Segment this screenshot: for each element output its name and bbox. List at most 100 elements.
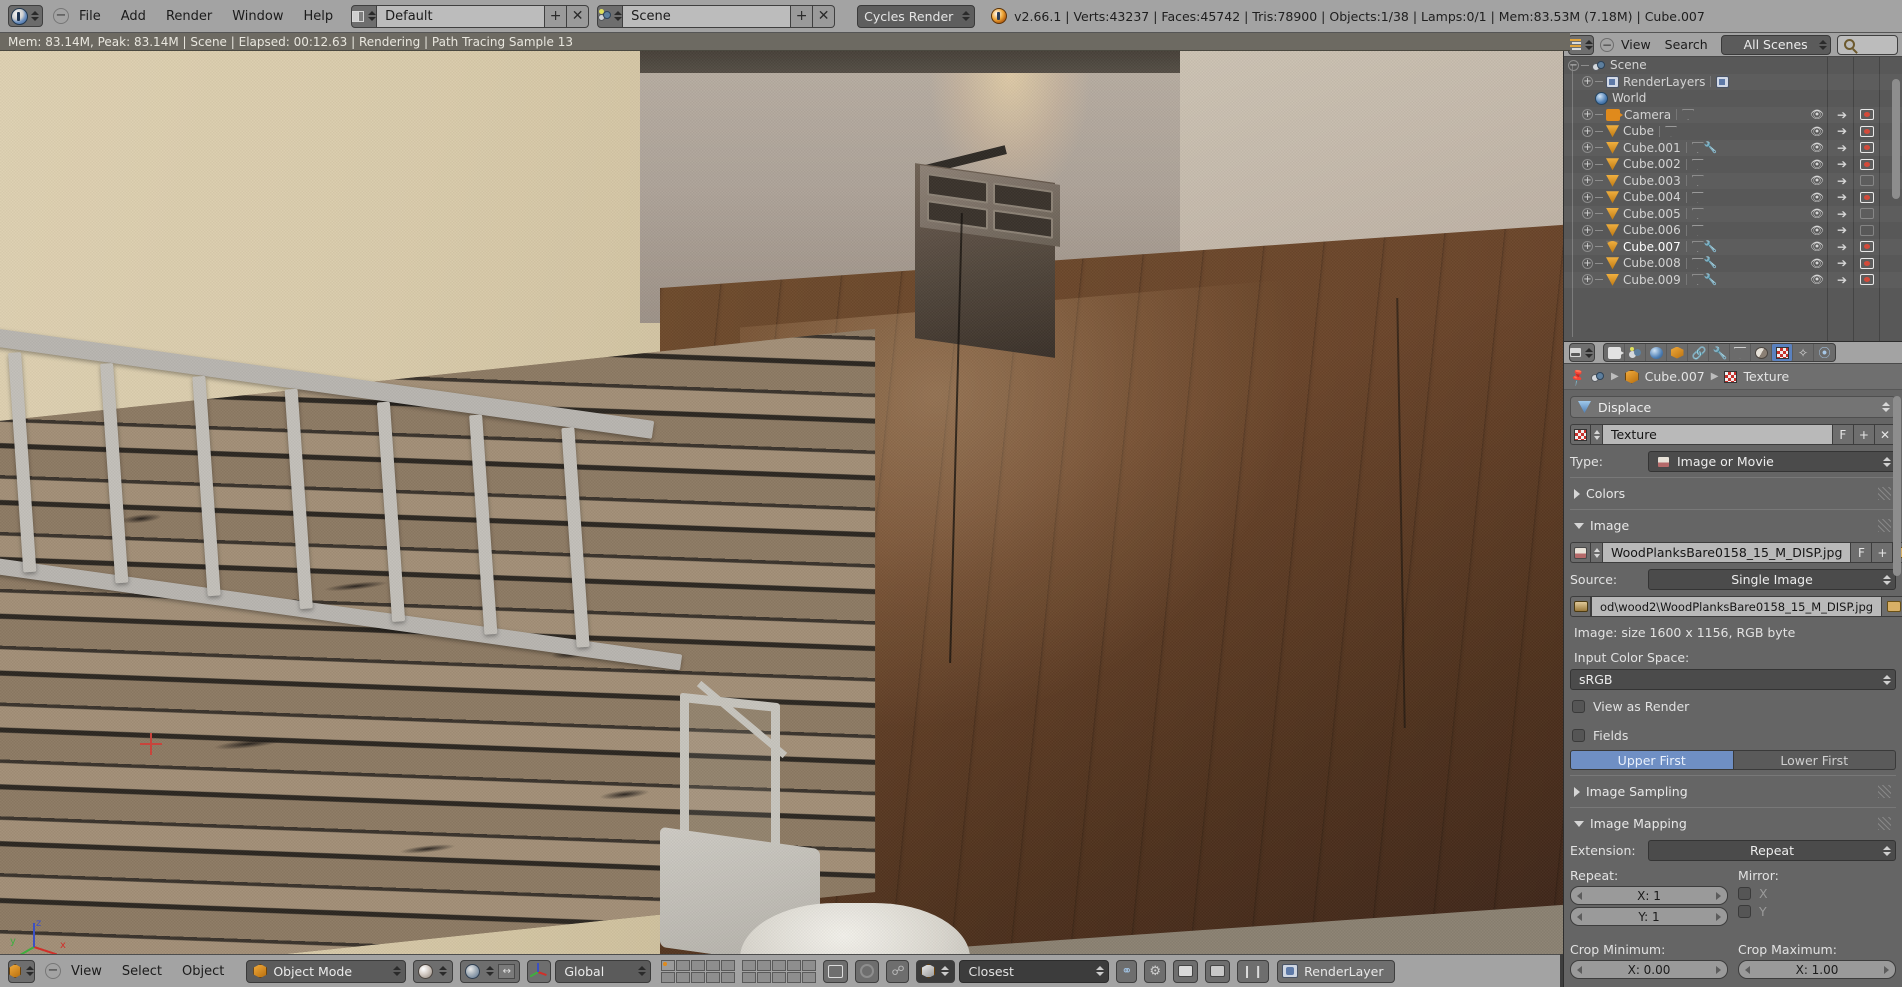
outliner-row[interactable]: − Scene bbox=[1564, 57, 1902, 74]
field-order-toggle[interactable]: Upper First Lower First bbox=[1570, 750, 1896, 770]
expand-icon[interactable]: + bbox=[1582, 257, 1593, 269]
layer-cell[interactable] bbox=[706, 959, 721, 971]
expand-icon[interactable]: + bbox=[1582, 191, 1593, 203]
layer-cell[interactable] bbox=[676, 971, 691, 983]
collapse-menu-icon[interactable]: − bbox=[1600, 37, 1614, 52]
pivot-point-selector[interactable]: ↔ bbox=[460, 959, 521, 983]
texture-name-input[interactable]: Texture bbox=[1603, 424, 1833, 445]
layer-cell[interactable] bbox=[772, 971, 787, 983]
outliner-tree[interactable]: − Scene + RenderLayers World + Camera 👁 ➔ + Cube 👁 ➔… bbox=[1564, 57, 1902, 341]
texture-checker-icon[interactable] bbox=[1570, 424, 1591, 445]
object-tab[interactable] bbox=[1667, 344, 1688, 361]
restrict-select-icon[interactable]: ➔ bbox=[1830, 207, 1854, 221]
layer-cell[interactable] bbox=[661, 959, 676, 971]
panel-colors[interactable]: Colors bbox=[1570, 483, 1896, 504]
expand-icon[interactable]: + bbox=[1582, 175, 1593, 187]
3d-viewport[interactable]: x y z (80) Cube.007 bbox=[0, 33, 1570, 954]
fake-user-button[interactable]: F bbox=[1832, 424, 1854, 445]
add-screen-layout-button[interactable]: + bbox=[545, 4, 568, 28]
interaction-mode-selector[interactable]: Object Mode bbox=[246, 959, 407, 983]
restrict-select-icon[interactable]: ➔ bbox=[1830, 256, 1854, 270]
restrict-toggles[interactable]: 👁 ➔ bbox=[1804, 189, 1880, 206]
restrict-view-icon[interactable]: 👁 bbox=[1804, 158, 1830, 171]
view-as-render-row[interactable]: View as Render bbox=[1572, 699, 1896, 714]
properties-tabs[interactable]: 🔗 🔧 ✧ ⦿ bbox=[1603, 343, 1836, 362]
menu-add[interactable]: Add bbox=[112, 7, 155, 26]
restrict-toggles[interactable]: 👁 ➔ bbox=[1804, 123, 1880, 140]
expand-icon[interactable]: + bbox=[1582, 274, 1593, 286]
texture-context-selector[interactable]: Displace bbox=[1570, 396, 1896, 418]
outliner-row[interactable]: + Cube.006 👁 ➔ bbox=[1564, 222, 1902, 239]
restrict-toggles[interactable]: 👁 ➔ bbox=[1804, 255, 1880, 272]
restrict-select-icon[interactable]: ➔ bbox=[1830, 157, 1854, 171]
colorspace-dropdown[interactable]: sRGB bbox=[1570, 669, 1896, 690]
expand-icon[interactable]: + bbox=[1582, 158, 1593, 170]
menu-window[interactable]: Window bbox=[223, 7, 292, 26]
restrict-toggles[interactable]: 👁 ➔ bbox=[1804, 173, 1880, 190]
mirror-x-checkbox[interactable] bbox=[1738, 887, 1751, 900]
layer-cell[interactable] bbox=[742, 959, 757, 971]
outliner-scrollbar[interactable] bbox=[1892, 79, 1900, 199]
constraints-tab[interactable]: 🔗 bbox=[1688, 344, 1709, 361]
scene-name[interactable]: Scene bbox=[623, 4, 792, 28]
restrict-view-icon[interactable]: 👁 bbox=[1804, 125, 1830, 138]
fields-row[interactable]: Fields bbox=[1572, 728, 1896, 743]
outliner-row-label[interactable]: RenderLayers bbox=[1623, 75, 1705, 89]
expand-icon[interactable]: + bbox=[1582, 224, 1593, 236]
outliner-row-label[interactable]: Cube.006 bbox=[1623, 223, 1681, 237]
restrict-view-icon[interactable]: 👁 bbox=[1804, 224, 1830, 237]
outliner-row[interactable]: + Cube.002 👁 ➔ bbox=[1564, 156, 1902, 173]
render-engine-selector[interactable]: Cycles Render bbox=[857, 4, 976, 28]
delete-scene-button[interactable]: ✕ bbox=[813, 4, 836, 28]
layer-cell[interactable] bbox=[772, 959, 787, 971]
outliner-row[interactable]: + Cube.009 🔧 👁 ➔ bbox=[1564, 272, 1902, 289]
manipulator-icon[interactable]: ↔ bbox=[498, 963, 516, 979]
fields-checkbox[interactable] bbox=[1572, 729, 1585, 742]
layer-cell[interactable] bbox=[706, 971, 721, 983]
outliner-row[interactable]: + Cube.003 👁 ➔ bbox=[1564, 173, 1902, 190]
image-name-input[interactable]: WoodPlanksBare0158_15_M_DISP.jpg bbox=[1603, 542, 1852, 563]
browse-filepath-button[interactable] bbox=[1882, 596, 1902, 617]
layer-cell[interactable] bbox=[802, 959, 817, 971]
proportional-edit-icon[interactable] bbox=[855, 959, 880, 983]
restrict-view-icon[interactable]: 👁 bbox=[1804, 174, 1830, 187]
repeat-y-field[interactable]: Y: 1 bbox=[1570, 907, 1728, 926]
pause-icon[interactable]: ❙❙ bbox=[1237, 959, 1270, 983]
texture-type-dropdown[interactable]: Image or Movie bbox=[1648, 451, 1896, 472]
opengl-render-anim-icon[interactable]: ⚙ bbox=[1144, 959, 1167, 983]
outliner-display-mode[interactable]: All Scenes bbox=[1720, 34, 1831, 55]
layer-cell[interactable] bbox=[757, 959, 772, 971]
menu-view[interactable]: View bbox=[62, 962, 111, 981]
outliner-menu-search[interactable]: Search bbox=[1658, 37, 1715, 52]
expand-icon[interactable]: + bbox=[1582, 241, 1593, 253]
restrict-select-icon[interactable]: ➔ bbox=[1830, 174, 1854, 188]
outliner-search-input[interactable] bbox=[1836, 34, 1898, 55]
restrict-render-icon[interactable] bbox=[1854, 109, 1880, 121]
transform-orientation-icon[interactable] bbox=[527, 959, 552, 983]
mirror-y-checkbox[interactable] bbox=[1738, 905, 1751, 918]
outliner-row-label[interactable]: Cube bbox=[1623, 124, 1654, 138]
collapse-icon[interactable]: − bbox=[1568, 59, 1579, 71]
material-tab[interactable] bbox=[1751, 344, 1772, 361]
restrict-select-icon[interactable]: ➔ bbox=[1830, 124, 1854, 138]
viewport-shading-selector[interactable] bbox=[413, 959, 454, 983]
image-filepath-input[interactable]: od\wood2\WoodPlanksBare0158_15_M_DISP.jp… bbox=[1591, 596, 1883, 617]
texture-checker-icon[interactable] bbox=[1724, 370, 1738, 383]
layer-cell[interactable] bbox=[757, 971, 772, 983]
data-tab[interactable] bbox=[1730, 344, 1751, 361]
menu-file[interactable]: File bbox=[70, 7, 110, 26]
scene-layers[interactable] bbox=[661, 959, 817, 983]
browse-texture-button[interactable] bbox=[1591, 424, 1603, 445]
outliner-editor[interactable]: − View Search All Scenes − Scene + RenderLa… bbox=[1563, 33, 1902, 341]
layer-group-1[interactable] bbox=[661, 959, 736, 983]
restrict-view-icon[interactable]: 👁 bbox=[1804, 108, 1830, 121]
layer-cell[interactable] bbox=[721, 971, 736, 983]
expand-icon[interactable]: + bbox=[1582, 142, 1593, 154]
restrict-select-icon[interactable]: ➔ bbox=[1830, 240, 1854, 254]
outliner-row[interactable]: + Cube.008 🔧 👁 ➔ bbox=[1564, 255, 1902, 272]
outliner-row-label[interactable]: Cube.008 bbox=[1623, 256, 1681, 270]
outliner-row[interactable]: + Cube.007 🔧 👁 ➔ bbox=[1564, 239, 1902, 256]
image-fake-user-button[interactable]: F bbox=[1851, 542, 1873, 563]
restrict-select-icon[interactable]: ➔ bbox=[1830, 108, 1854, 122]
restrict-toggles[interactable]: 👁 ➔ bbox=[1804, 272, 1880, 289]
